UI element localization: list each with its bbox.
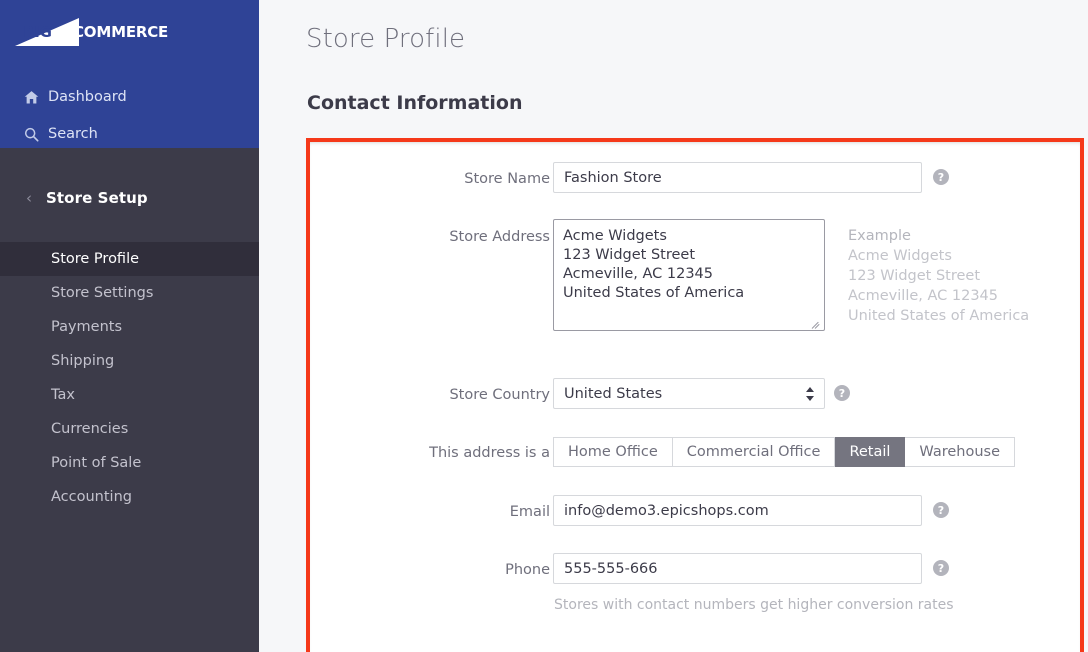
sidebar-item-dashboard[interactable]: Dashboard [0, 82, 259, 112]
sidebar-item-search-label: Search [48, 126, 98, 142]
sidebar-section-store-setup[interactable]: ‹ Store Setup [0, 168, 259, 228]
sidebar-section-label: Store Setup [46, 189, 148, 207]
contact-information-panel: Store Name ? Store Address Example Acme … [310, 142, 1080, 652]
email-help-icon[interactable]: ? [933, 502, 949, 518]
address-type-option-commercial-office[interactable]: Commercial Office [672, 437, 836, 467]
address-type-option-warehouse[interactable]: Warehouse [905, 437, 1016, 467]
section-title-contact-information: Contact Information [307, 92, 523, 114]
logo-triangle-mark: BIG [15, 16, 81, 48]
select-stepper-arrows-icon [806, 386, 815, 402]
example-line-1: Acme Widgets [848, 248, 952, 264]
email-input[interactable] [553, 495, 922, 526]
chevron-left-icon: ‹ [26, 189, 32, 207]
store-address-label: Store Address [449, 229, 550, 245]
sidebar-header: BIG COMMERCE Dashboard Search [0, 0, 259, 148]
sidebar: BIG COMMERCE Dashboard Search ‹ Store Se… [0, 0, 259, 652]
app-root: BIG COMMERCE Dashboard Search ‹ Store Se… [0, 0, 1088, 652]
sidebar-item-tax[interactable]: Tax [0, 378, 259, 412]
phone-label: Phone [505, 562, 550, 578]
example-heading: Example [848, 228, 911, 244]
email-label: Email [509, 504, 550, 520]
store-country-select[interactable]: United States [553, 378, 825, 409]
home-icon [14, 90, 48, 105]
phone-input[interactable] [553, 553, 922, 584]
bigcommerce-logo[interactable]: BIG COMMERCE [15, 16, 168, 48]
sidebar-item-tax-label: Tax [51, 387, 75, 403]
sidebar-item-store-profile-label: Store Profile [51, 251, 140, 267]
sidebar-item-payments-label: Payments [51, 319, 123, 335]
phone-helper-text: Stores with contact numbers get higher c… [554, 597, 954, 613]
store-address-example: Example Acme Widgets 123 Widget Street A… [848, 226, 1029, 326]
sidebar-item-payments[interactable]: Payments [0, 310, 259, 344]
store-name-help-icon[interactable]: ? [933, 169, 949, 185]
example-line-3: Acmeville, AC 12345 [848, 288, 999, 304]
sidebar-item-shipping-label: Shipping [51, 353, 115, 369]
sidebar-item-accounting[interactable]: Accounting [0, 480, 259, 514]
sidebar-item-dashboard-label: Dashboard [48, 89, 127, 105]
sidebar-item-point-of-sale[interactable]: Point of Sale [0, 446, 259, 480]
example-line-4: United States of America [848, 308, 1030, 324]
store-address-textarea[interactable] [553, 219, 825, 331]
example-line-2: 123 Widget Street [848, 268, 981, 284]
sidebar-item-search[interactable]: Search [0, 119, 259, 149]
store-name-input[interactable] [553, 162, 922, 193]
store-name-label: Store Name [464, 171, 550, 187]
address-type-button-group: Home Office Commercial Office Retail War… [553, 437, 1016, 467]
sidebar-item-store-settings[interactable]: Store Settings [0, 276, 259, 310]
sidebar-item-currencies[interactable]: Currencies [0, 412, 259, 446]
store-country-label: Store Country [449, 387, 550, 403]
address-type-option-retail[interactable]: Retail [835, 437, 906, 467]
address-type-label: This address is a [429, 445, 550, 461]
sidebar-item-currencies-label: Currencies [51, 421, 129, 437]
sidebar-item-accounting-label: Accounting [51, 489, 132, 505]
address-type-option-home-office[interactable]: Home Office [553, 437, 673, 467]
phone-help-icon[interactable]: ? [933, 560, 949, 576]
contact-information-annotation-box: Store Name ? Store Address Example Acme … [306, 138, 1084, 652]
sidebar-item-store-settings-label: Store Settings [51, 285, 154, 301]
sidebar-item-shipping[interactable]: Shipping [0, 344, 259, 378]
store-country-selected-value: United States [564, 385, 663, 402]
page-title: Store Profile [306, 24, 466, 54]
store-country-help-icon[interactable]: ? [834, 385, 850, 401]
logo-big-text: BIG [23, 23, 52, 41]
search-icon [14, 127, 48, 142]
sidebar-item-store-profile[interactable]: Store Profile [0, 242, 259, 276]
sidebar-item-point-of-sale-label: Point of Sale [51, 455, 142, 471]
logo-commerce-text: COMMERCE [73, 22, 169, 41]
